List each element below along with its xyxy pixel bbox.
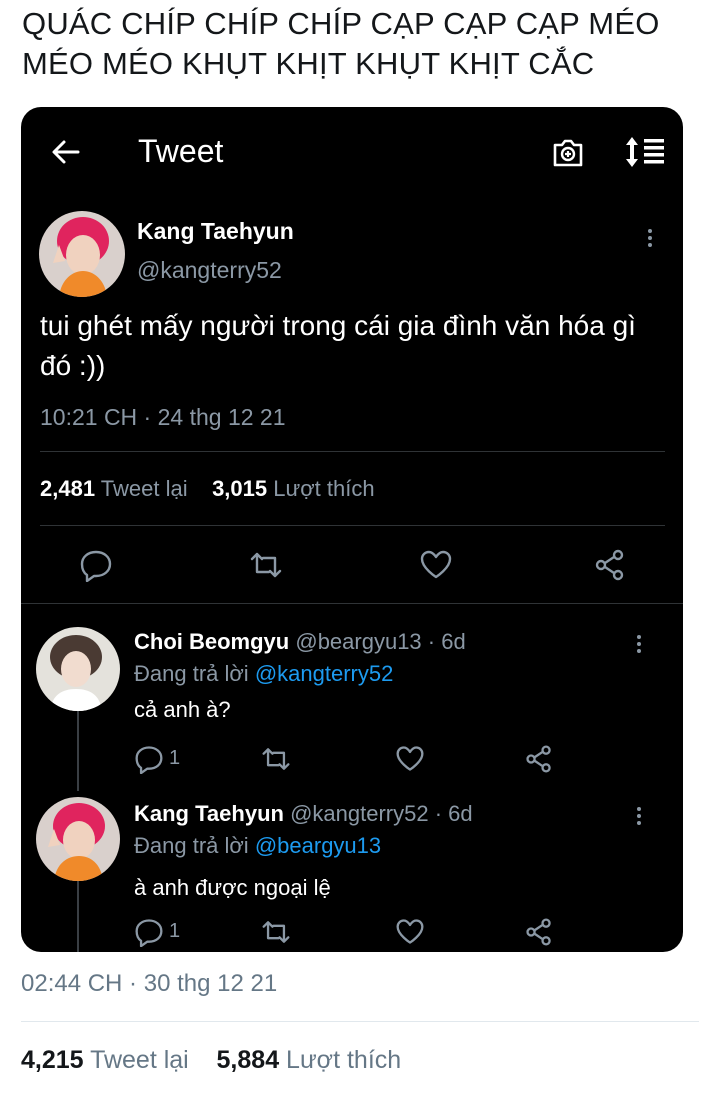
reply-count: 1 <box>169 920 181 942</box>
replying-prefix: Đang trả lời <box>134 661 249 686</box>
thread-line <box>77 881 79 952</box>
divider <box>21 603 683 604</box>
tweet-screenshot: Tweet Kang Taehyun @kangterry52 tui ghét… <box>21 107 683 952</box>
reply-icon[interactable] <box>134 917 164 947</box>
camera-plus-icon[interactable] <box>551 136 585 170</box>
likes-label[interactable]: Lượt thích <box>286 1046 401 1074</box>
post-stats: 4,215 Tweet lại 5,884 Lượt thích <box>21 1046 401 1075</box>
divider <box>40 525 665 526</box>
tweet-topbar: Tweet <box>21 107 683 199</box>
tweet-timestamp: 10:21 CH · 24 thg 12 21 <box>40 404 286 430</box>
divider <box>21 1021 699 1022</box>
likes-count[interactable]: 3,015 <box>212 476 267 501</box>
post-headline: QUÁC CHÍP CHÍP CHÍP CẠP CẠP CẠP MÉO MÉO … <box>22 6 660 81</box>
tweet-stats: 2,481 Tweet lại 3,015 Lượt thích <box>40 476 375 502</box>
likes-count[interactable]: 5,884 <box>217 1046 280 1074</box>
more-options-icon[interactable] <box>636 633 642 655</box>
heart-icon[interactable] <box>419 548 453 582</box>
reply-handle-time[interactable]: @kangterry52 · 6d <box>290 801 473 826</box>
share-icon[interactable] <box>593 548 627 582</box>
thread-line <box>77 711 79 791</box>
retweets-count[interactable]: 2,481 <box>40 476 95 501</box>
post-timestamp[interactable]: 02:44 CH · 30 thg 12 21 <box>21 970 277 998</box>
author-avatar[interactable] <box>39 211 125 297</box>
arrow-left-icon[interactable] <box>51 137 81 167</box>
reply-icon[interactable] <box>79 548 113 582</box>
tweet-text: tui ghét mấy người trong cái gia đình vă… <box>40 310 636 381</box>
heart-icon[interactable] <box>395 917 425 947</box>
replying-prefix: Đang trả lời <box>134 833 249 858</box>
reply-count: 1 <box>169 747 181 769</box>
more-options-icon[interactable] <box>647 227 653 249</box>
author-handle[interactable]: @kangterry52 <box>137 257 282 284</box>
topbar-title: Tweet <box>138 133 224 169</box>
reply-author-name[interactable]: Choi Beomgyu <box>134 629 289 654</box>
replying-to: Đang trả lời @beargyu13 <box>134 833 381 859</box>
share-icon[interactable] <box>524 917 554 947</box>
heart-icon[interactable] <box>395 744 425 774</box>
retweet-icon[interactable] <box>249 548 283 582</box>
reply-icon[interactable] <box>134 744 164 774</box>
reply-avatar[interactable] <box>36 627 120 711</box>
reply-header: Choi Beomgyu @beargyu13 · 6d <box>134 629 466 655</box>
retweets-count[interactable]: 4,215 <box>21 1046 84 1074</box>
reply-handle-time[interactable]: @beargyu13 · 6d <box>295 629 465 654</box>
retweets-label[interactable]: Tweet lại <box>101 476 188 501</box>
sort-lines-icon[interactable] <box>624 135 666 169</box>
reply-header: Kang Taehyun @kangterry52 · 6d <box>134 801 473 827</box>
reply-text: à anh được ngoại lệ <box>134 875 331 900</box>
reply-text: cả anh à? <box>134 697 231 722</box>
share-icon[interactable] <box>524 744 554 774</box>
more-options-icon[interactable] <box>636 805 642 827</box>
likes-label[interactable]: Lượt thích <box>273 476 374 501</box>
replying-to-handle[interactable]: @kangterry52 <box>255 661 394 686</box>
retweet-icon[interactable] <box>261 744 291 774</box>
author-name[interactable]: Kang Taehyun <box>137 218 294 245</box>
divider <box>40 451 665 452</box>
retweet-icon[interactable] <box>261 917 291 947</box>
reply-avatar[interactable] <box>36 797 120 881</box>
replying-to: Đang trả lời @kangterry52 <box>134 661 393 687</box>
replying-to-handle[interactable]: @beargyu13 <box>255 833 381 858</box>
retweets-label[interactable]: Tweet lại <box>90 1046 189 1074</box>
reply-author-name[interactable]: Kang Taehyun <box>134 801 284 826</box>
